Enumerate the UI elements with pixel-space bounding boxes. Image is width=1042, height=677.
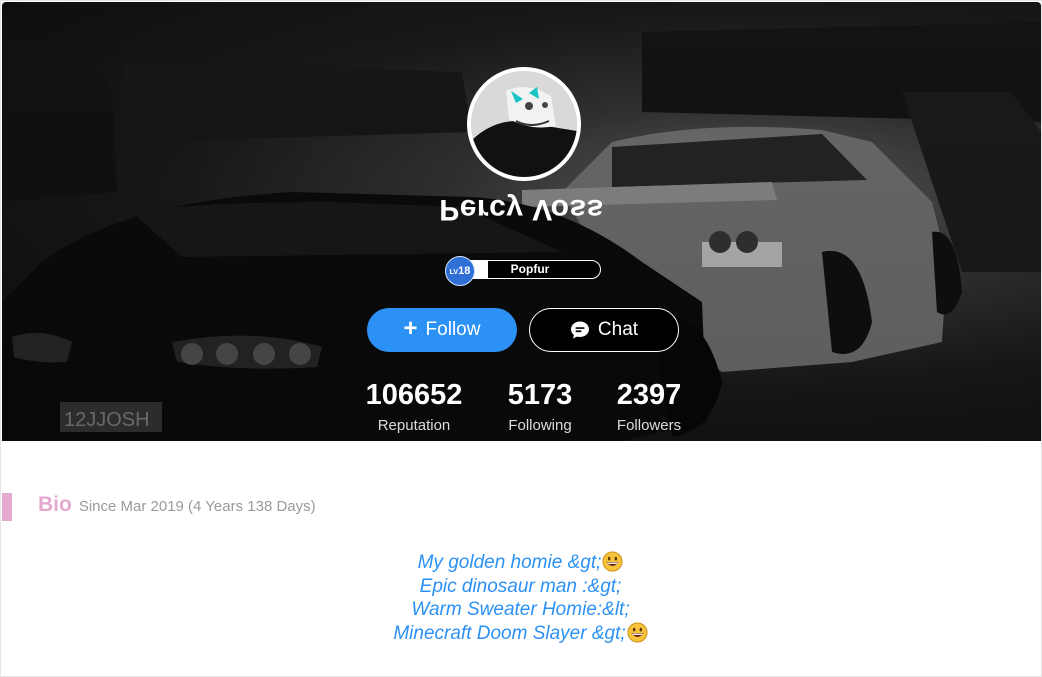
bio-line-text: Warm Sweater Homie:&lt;: [411, 599, 630, 620]
chat-bubble-icon: [570, 321, 589, 339]
cover-image: 12JJOSH Percy Voss Popfur LV18: [2, 2, 1041, 441]
avatar[interactable]: [467, 67, 581, 181]
bio-section-marker: [2, 493, 12, 521]
stat-value: 2397: [616, 379, 682, 411]
bio-line: Minecraft Doom Slayer &gt;: [1, 621, 1040, 646]
stat-label: Followers: [616, 417, 682, 434]
bio-line-text: Epic dinosaur man :&gt;: [419, 575, 622, 597]
chat-label: Chat: [597, 319, 639, 340]
level-badge-icon: LV18: [445, 256, 475, 286]
profile-page: 12JJOSH Percy Voss Popfur LV18: [0, 0, 1042, 677]
bio-line: Warm Sweater Homie:&lt;: [1, 598, 1040, 622]
chat-button[interactable]: Chat: [529, 308, 679, 352]
grinning-face-emoji: [602, 551, 623, 572]
avatar-image: [471, 71, 577, 177]
level-title: Popfur: [510, 262, 550, 276]
stat-followers[interactable]: 2397 Followers: [584, 378, 714, 434]
grinning-face-emoji: [627, 621, 648, 643]
stat-reputation[interactable]: 106652 Reputation: [349, 378, 479, 434]
bio-line-text: Minecraft Doom Slayer &gt;: [393, 622, 626, 644]
bio-since: Since Mar 2019 (4 Years 138 Days): [78, 498, 316, 515]
bio-content: My golden homie &gt; Epic dinosaur man :…: [1, 551, 1040, 645]
level-badge-prefix: LV: [449, 269, 459, 276]
bio-line: Epic dinosaur man :&gt;: [1, 575, 1040, 599]
follow-label: Follow: [425, 319, 481, 340]
username-flipped: Percy Voss: [439, 193, 604, 226]
plus-icon: +: [403, 314, 418, 342]
follow-button[interactable]: + Follow: [367, 308, 517, 352]
bio-title: Bio: [38, 493, 72, 516]
stat-label: Reputation: [377, 417, 451, 434]
stat-value: 106652: [365, 379, 463, 411]
level-progress-bar: Popfur: [459, 260, 601, 279]
level-number: 18: [458, 265, 471, 277]
bio-line-text: My golden homie &gt;: [417, 552, 602, 573]
bio-line: My golden homie &gt;: [1, 551, 1040, 575]
bio-heading: Bio Since Mar 2019 (4 Years 138 Days): [38, 493, 316, 517]
